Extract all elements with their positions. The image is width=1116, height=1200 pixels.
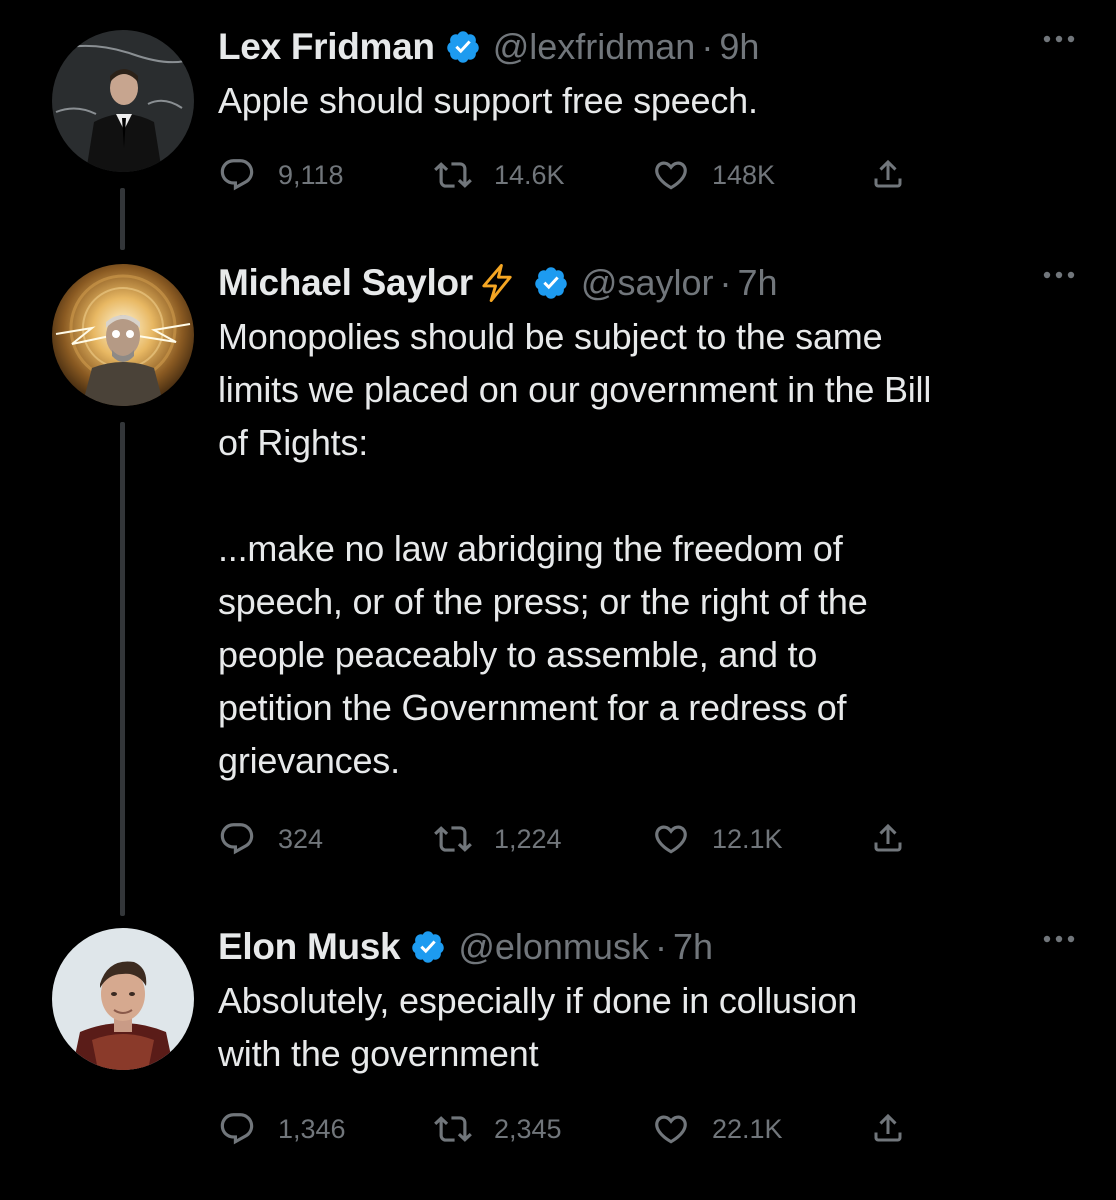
reply-icon	[218, 156, 256, 194]
retweet-count: 2,345	[494, 1113, 562, 1144]
like-count: 148K	[712, 159, 776, 190]
retweet-button[interactable]: 2,345	[434, 1110, 562, 1148]
retweet-icon	[434, 820, 472, 858]
user-handle[interactable]: @elonmusk	[458, 926, 649, 968]
verified-badge-icon	[445, 29, 481, 65]
more-options-icon[interactable]	[1042, 270, 1076, 280]
more-options-icon[interactable]	[1042, 934, 1076, 944]
reply-button[interactable]: 9,118	[218, 156, 344, 194]
retweet-count: 1,224	[494, 823, 562, 854]
display-name[interactable]: Lex Fridman	[218, 26, 435, 68]
tweet-text: Monopolies should be subject to the same…	[218, 316, 932, 781]
avatar-saylor[interactable]	[52, 264, 194, 406]
like-icon	[652, 820, 690, 858]
share-button[interactable]	[870, 156, 906, 192]
lightning-bolt-emoji	[482, 264, 512, 302]
separator-dot: ·	[654, 926, 667, 967]
like-count: 12.1K	[712, 823, 783, 854]
retweet-count: 14.6K	[494, 159, 565, 190]
separator-dot: ·	[719, 262, 732, 303]
retweet-button[interactable]: 14.6K	[434, 156, 565, 194]
timestamp[interactable]: 7h	[673, 926, 713, 968]
reply-icon	[218, 1110, 256, 1148]
display-name[interactable]: Michael Saylor	[218, 262, 473, 304]
share-button[interactable]	[870, 820, 906, 856]
thread-line-2	[120, 422, 125, 916]
tweet-text: Absolutely, especially if done in collus…	[218, 980, 858, 1074]
like-button[interactable]: 12.1K	[652, 820, 783, 858]
like-count: 22.1K	[712, 1113, 783, 1144]
retweet-icon	[434, 156, 472, 194]
share-button[interactable]	[870, 1110, 906, 1146]
timestamp[interactable]: 9h	[719, 26, 759, 68]
more-options-icon[interactable]	[1042, 34, 1076, 44]
reply-count: 1,346	[278, 1113, 346, 1144]
share-icon	[870, 820, 906, 856]
like-button[interactable]: 22.1K	[652, 1110, 783, 1148]
reply-count: 324	[278, 823, 324, 854]
reply-button[interactable]: 1,346	[218, 1110, 346, 1148]
like-button[interactable]: 148K	[652, 156, 775, 194]
thread-line-1	[120, 188, 125, 250]
separator-dot: ·	[701, 26, 714, 67]
retweet-button[interactable]: 1,224	[434, 820, 562, 858]
retweet-icon	[434, 1110, 472, 1148]
avatar-lexfridman[interactable]	[52, 30, 194, 172]
avatar-elonmusk[interactable]	[52, 928, 194, 1070]
like-icon	[652, 1110, 690, 1148]
user-handle[interactable]: @lexfridman	[493, 26, 696, 68]
verified-badge-icon	[410, 929, 446, 965]
reply-count: 9,118	[278, 159, 344, 190]
user-handle[interactable]: @saylor	[581, 262, 714, 304]
reply-button[interactable]: 324	[218, 820, 323, 858]
reply-icon	[218, 820, 256, 858]
tweet-text: Apple should support free speech.	[218, 80, 758, 121]
timestamp[interactable]: 7h	[738, 262, 778, 304]
like-icon	[652, 156, 690, 194]
share-icon	[870, 156, 906, 192]
share-icon	[870, 1110, 906, 1146]
display-name[interactable]: Elon Musk	[218, 926, 401, 968]
verified-badge-icon	[533, 265, 569, 301]
